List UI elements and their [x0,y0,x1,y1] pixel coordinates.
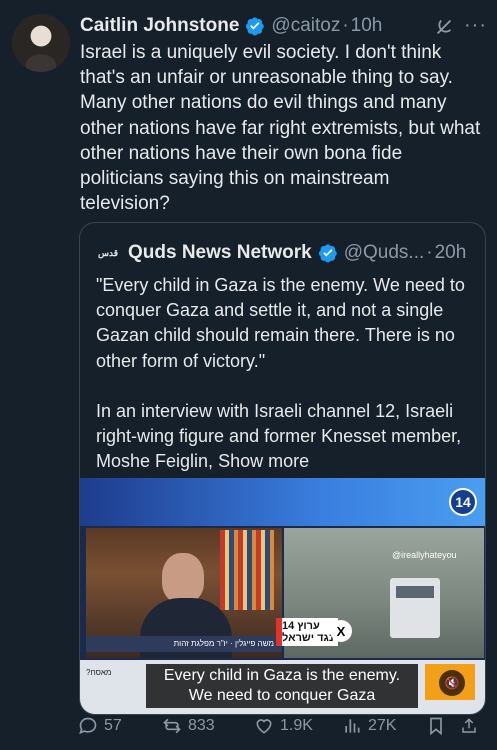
bookmark-icon [430,717,442,736]
verified-badge-icon [318,243,338,263]
retweet-button[interactable]: 833 [162,716,254,736]
retweet-count: 833 [188,717,215,734]
quoted-tweet-header: قدس Quds News Network @Quds... · 20h [96,239,475,267]
retweet-icon [163,718,181,734]
quoted-timestamp[interactable]: 20h [435,242,467,264]
video-player[interactable]: 14 @ireallyhateyou משה פייגלין · יו"ר מפ… [80,478,485,714]
author-handle[interactable]: @caitoz [271,15,340,37]
more-options-icon[interactable]: ··· [464,14,487,37]
like-button[interactable]: 1.9K [254,716,342,736]
author-name[interactable]: Caitlin Johnstone [80,15,239,37]
x-logo-icon: X [330,620,352,642]
quoted-tweet-text: "Every child in Gaza is the enemy. We ne… [96,273,476,474]
tweet-actions: 57 833 1.9K 27K [78,712,488,740]
ticker-text: ?מאסח [86,668,112,677]
speaker-name-strip: משה פייגלין · יו"ר מפלגת זהות [86,636,282,652]
bookshelf [220,530,274,610]
reply-count: 57 [104,717,122,734]
like-count: 1.9K [280,717,313,734]
quoted-paragraph-2: In an interview with Israeli channel 12,… [96,399,476,475]
mute-icon: 🔇 [444,676,460,690]
views-button[interactable]: 27K [342,716,426,736]
channel-logo: 14 ערוץ נגד ישראל [276,618,338,646]
author-avatar[interactable] [12,14,70,72]
separator-dot: · [426,242,433,263]
reply-icon [79,717,97,735]
video-banner [80,478,485,526]
analytics-icon [345,719,360,733]
tweet-text: Israel is a uniquely evil society. I don… [80,42,481,215]
show-more-link[interactable]: Show more [218,451,309,471]
heart-icon [256,719,272,734]
video-caption: Every child in Gaza is the enemy. We nee… [146,664,418,708]
grok-icon[interactable] [433,16,455,38]
share-icon [462,718,476,733]
view-count: 27K [368,717,397,734]
bookmark-button[interactable] [426,716,460,736]
channel-badge: 14 [449,488,477,516]
verified-badge-icon [245,16,265,36]
quoted-tweet[interactable]: قدس Quds News Network @Quds... · 20h "Ev… [79,222,486,715]
reply-button[interactable]: 57 [78,716,162,736]
tweet-header: Caitlin Johnstone @caitoz · 10h [80,12,487,40]
quoted-author-handle[interactable]: @Quds... [344,242,425,264]
quoted-author-name[interactable]: Quds News Network [128,242,312,264]
caption-line-1: Every child in Gaza is the enemy. [163,667,401,684]
share-button[interactable] [460,716,484,736]
video-watermark: @ireallyhateyou [392,550,457,560]
quoted-paragraph-1: "Every child in Gaza is the enemy. We ne… [96,275,465,371]
truck-image [390,578,440,638]
quoted-author-logo[interactable]: قدس [96,241,120,265]
tweet-timestamp[interactable]: 10h [351,15,383,37]
separator-dot: · [342,15,349,36]
speaker-head [162,553,204,603]
caption-line-2: We need to conquer Gaza [188,687,376,704]
mute-button[interactable]: 🔇 [439,670,465,696]
